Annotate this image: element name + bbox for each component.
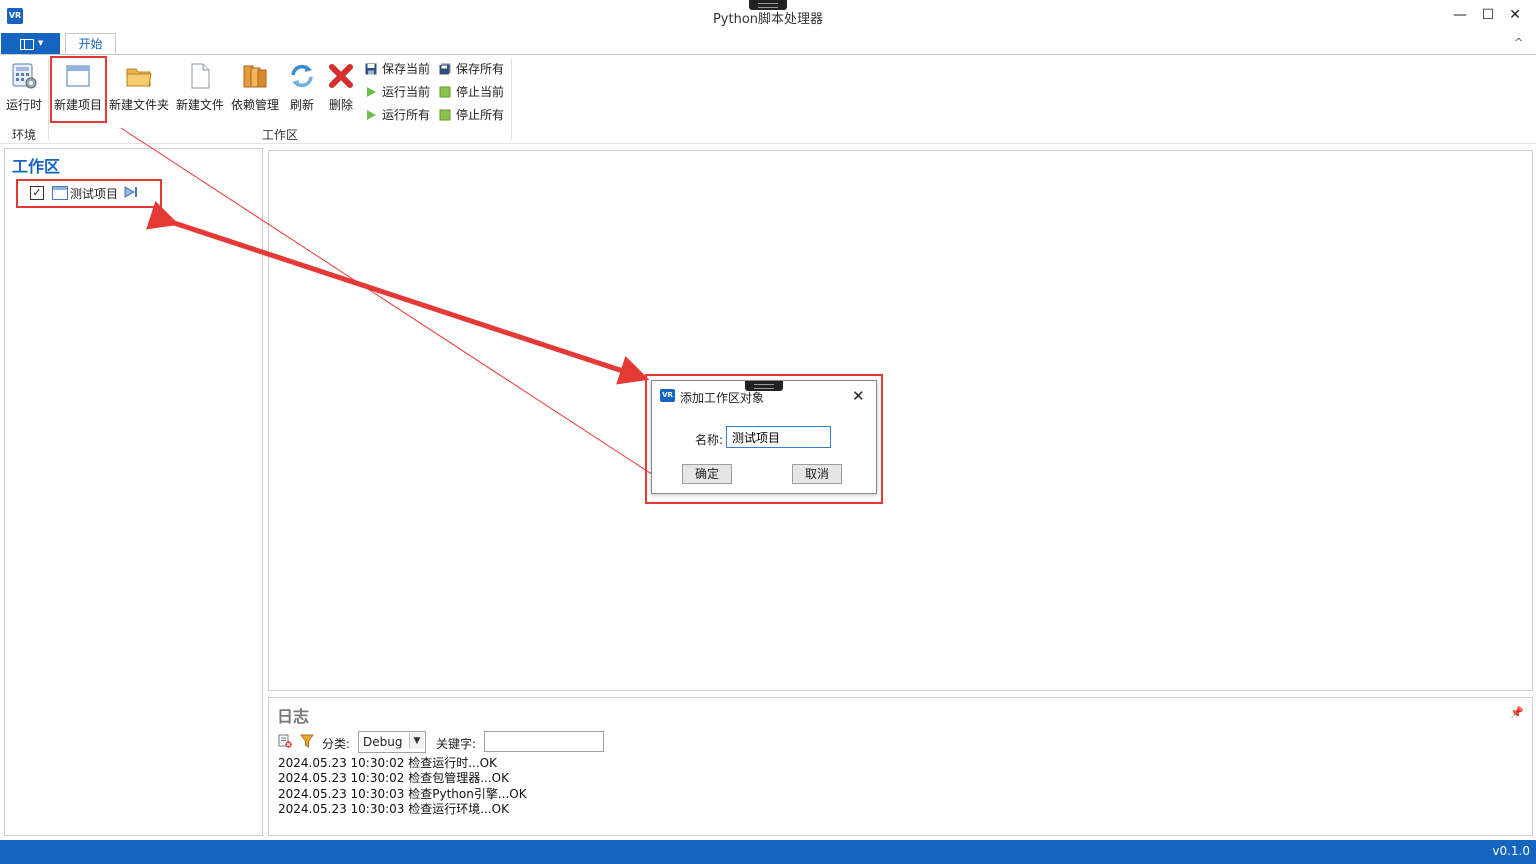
dialog-title: 添加工作区对象 [680, 391, 765, 405]
new-project-highlight [50, 56, 107, 123]
dialog-close-icon[interactable]: ✕ [852, 387, 865, 405]
annotation-bold-arrow [146, 201, 650, 385]
dialog-app-icon: VR [660, 389, 675, 402]
cancel-button[interactable]: 取消 [792, 464, 842, 484]
ok-button[interactable]: 确定 [682, 464, 732, 484]
tree-item-highlight [16, 179, 162, 208]
name-input[interactable] [726, 426, 831, 448]
annotation-thin-arrow [120, 127, 668, 485]
name-label: 名称: [695, 433, 724, 447]
